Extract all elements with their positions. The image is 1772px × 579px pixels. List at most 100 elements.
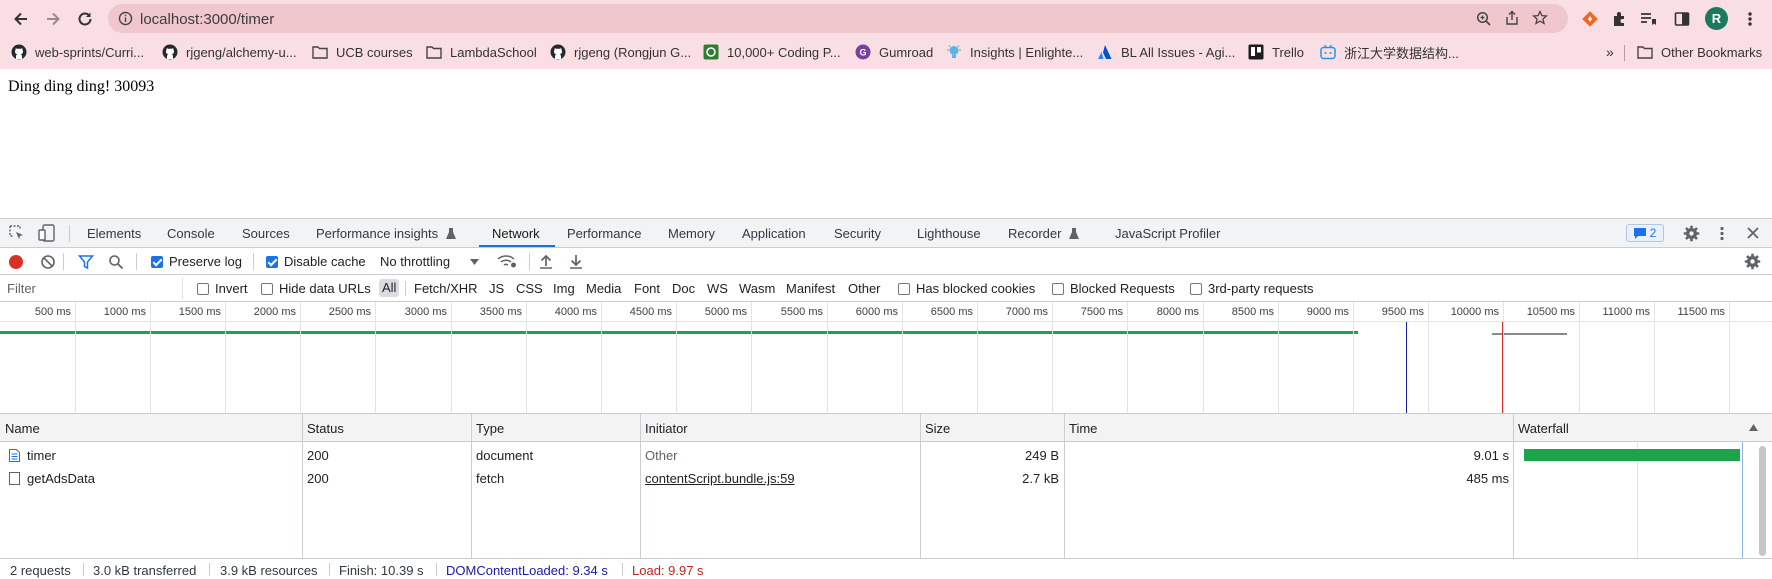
blocked-requests-checkbox[interactable]: Blocked Requests	[1052, 281, 1175, 296]
hide-data-urls-label: Hide data URLs	[279, 281, 371, 296]
tab-network[interactable]: Network	[492, 226, 540, 241]
url-text[interactable]: localhost:3000/timer	[140, 11, 274, 28]
other-bookmarks-folder[interactable]: Other Bookmarks	[1637, 42, 1762, 62]
summary-divider	[209, 563, 210, 576]
close-icon[interactable]	[1746, 226, 1760, 240]
table-row[interactable]: timer 200 document Other 249 B 9.01 s	[0, 444, 1760, 466]
column-header-initiator[interactable]: Initiator	[645, 421, 688, 436]
bookmark-item[interactable]: 10,000+ Coding P...	[703, 42, 841, 62]
settings-gear-icon[interactable]	[1683, 225, 1700, 242]
share-icon[interactable]	[1504, 10, 1520, 26]
table-scrollbar[interactable]	[1758, 444, 1768, 558]
filter-type-other[interactable]: Other	[848, 281, 881, 296]
bookmark-item[interactable]: BL All Issues - Agi...	[1097, 42, 1235, 62]
disable-cache-checkbox[interactable]: Disable cache	[266, 254, 366, 269]
column-header-time[interactable]: Time	[1069, 421, 1097, 436]
filter-type-ws[interactable]: WS	[707, 281, 728, 296]
filter-type-doc[interactable]: Doc	[672, 281, 695, 296]
issues-badge[interactable]: 2	[1626, 224, 1664, 242]
request-initiator-link[interactable]: contentScript.bundle.js:59	[645, 471, 795, 486]
waterfall-bar	[1524, 449, 1740, 461]
filter-type-manifest[interactable]: Manifest	[786, 281, 835, 296]
tab-memory[interactable]: Memory	[668, 226, 715, 241]
extension-diamond-icon[interactable]	[1580, 9, 1600, 29]
reload-icon[interactable]	[72, 6, 98, 32]
search-icon[interactable]	[108, 254, 124, 270]
side-panel-icon[interactable]	[1672, 9, 1692, 29]
atlassian-icon	[1097, 44, 1113, 60]
scrollbar-thumb[interactable]	[1759, 446, 1766, 556]
clear-icon[interactable]	[40, 254, 56, 270]
bookmark-item[interactable]: G Gumroad	[855, 42, 933, 62]
summary-transferred: 3.0 kB transferred	[93, 563, 197, 578]
third-party-requests-checkbox[interactable]: 3rd-party requests	[1190, 281, 1314, 296]
filter-funnel-icon[interactable]	[78, 254, 94, 270]
record-icon[interactable]	[9, 255, 23, 269]
filter-input[interactable]	[0, 278, 183, 299]
filter-type-img[interactable]: Img	[553, 281, 575, 296]
tab-performance[interactable]: Performance	[567, 226, 641, 241]
extensions-puzzle-icon[interactable]	[1610, 9, 1630, 29]
forward-arrow-icon[interactable]	[40, 6, 66, 32]
column-header-size[interactable]: Size	[925, 421, 950, 436]
column-header-type[interactable]: Type	[476, 421, 504, 436]
throttling-select[interactable]: No throttling	[380, 254, 480, 269]
filter-type-wasm[interactable]: Wasm	[739, 281, 775, 296]
import-har-upload-icon[interactable]	[538, 253, 554, 269]
back-arrow-icon[interactable]	[8, 6, 34, 32]
sort-ascending-icon[interactable]	[1749, 424, 1758, 431]
bookmark-item[interactable]: rjgeng/alchemy-u...	[162, 42, 297, 62]
column-header-name[interactable]: Name	[5, 421, 40, 436]
hide-data-urls-checkbox[interactable]: Hide data URLs	[261, 281, 371, 296]
filter-type-media[interactable]: Media	[586, 281, 621, 296]
tab-performance-insights[interactable]: Performance insights	[316, 226, 456, 241]
tab-lighthouse[interactable]: Lighthouse	[917, 226, 981, 241]
inspect-element-icon[interactable]	[9, 225, 25, 241]
filter-type-font[interactable]: Font	[634, 281, 660, 296]
tab-recorder[interactable]: Recorder	[1008, 226, 1080, 241]
network-overview-timeline[interactable]: 500 ms 1000 ms 1500 ms 2000 ms 2500 ms 3000 m…	[0, 302, 1772, 414]
tab-application[interactable]: Application	[742, 226, 806, 241]
filter-type-js[interactable]: JS	[489, 281, 504, 296]
devtools-kebab-icon[interactable]	[1719, 225, 1725, 242]
filter-type-fetch-xhr[interactable]: Fetch/XHR	[414, 281, 478, 296]
checkbox-unchecked	[1190, 282, 1202, 295]
bookmark-item[interactable]: 浙江大学数据结构...	[1320, 42, 1459, 62]
reading-list-icon[interactable]	[1638, 9, 1658, 29]
bookmark-item[interactable]: rjgeng (Rongjun G...	[550, 42, 691, 62]
bookmark-star-icon[interactable]	[1532, 10, 1548, 26]
filter-type-all[interactable]: All	[379, 279, 400, 297]
bookmarks-overflow-chevron[interactable]: »	[1606, 42, 1614, 62]
bookmark-item[interactable]: Trello	[1248, 42, 1304, 62]
bookmark-label: 浙江大学数据结构...	[1344, 45, 1459, 61]
folder-icon	[1637, 44, 1653, 60]
bookmark-folder[interactable]: UCB courses	[312, 42, 413, 62]
site-info-icon[interactable]	[118, 11, 133, 26]
bookmark-folder[interactable]: LambdaSchool	[426, 42, 537, 62]
tab-javascript-profiler[interactable]: JavaScript Profiler	[1115, 226, 1220, 241]
network-conditions-wifi-icon[interactable]	[497, 253, 517, 269]
filter-type-css[interactable]: CSS	[516, 281, 543, 296]
tab-elements[interactable]: Elements	[87, 226, 141, 241]
zoom-icon[interactable]	[1476, 11, 1492, 27]
bookmarks-divider	[1624, 45, 1625, 61]
invert-checkbox[interactable]: Invert	[197, 281, 248, 296]
bookmark-item[interactable]: Insights | Enlighte...	[946, 42, 1083, 62]
preserve-log-checkbox[interactable]: Preserve log	[151, 254, 242, 269]
tab-security[interactable]: Security	[834, 226, 881, 241]
column-header-status[interactable]: Status	[307, 421, 344, 436]
device-toolbar-icon[interactable]	[38, 224, 56, 242]
has-blocked-cookies-checkbox[interactable]: Has blocked cookies	[898, 281, 1035, 296]
table-row[interactable]: getAdsData 200 fetch contentScript.bundl…	[0, 467, 1760, 489]
kebab-menu-icon[interactable]	[1740, 9, 1760, 29]
export-har-download-icon[interactable]	[568, 253, 584, 269]
avatar[interactable]: R	[1705, 7, 1728, 30]
bookmark-item[interactable]: web-sprints/Curri...	[11, 42, 144, 62]
column-header-waterfall[interactable]: Waterfall	[1518, 421, 1569, 436]
tab-console[interactable]: Console	[167, 226, 215, 241]
network-settings-gear-icon[interactable]	[1744, 253, 1761, 270]
summary-divider	[622, 563, 623, 576]
request-size: 2.7 kB	[1022, 471, 1059, 486]
address-bar[interactable]: localhost:3000/timer	[108, 4, 1568, 33]
tab-sources[interactable]: Sources	[242, 226, 290, 241]
